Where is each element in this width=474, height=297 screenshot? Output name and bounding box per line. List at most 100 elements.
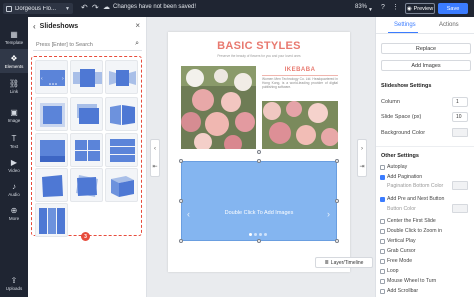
- image-icon: ▣: [10, 107, 18, 117]
- center-first-slide-label: Center the First Slide: [387, 218, 436, 224]
- pagination-bottom-color-label: Pagination Bottom Color: [387, 183, 444, 189]
- undo-icon[interactable]: ↶: [81, 3, 88, 13]
- resize-handle[interactable]: [179, 239, 183, 243]
- loop-label: Loop: [387, 268, 399, 274]
- mouse-wheel-checkbox[interactable]: [380, 279, 385, 284]
- slideshow-template[interactable]: [105, 133, 138, 167]
- slideshow-template[interactable]: [35, 133, 68, 167]
- redo-icon[interactable]: ↷: [92, 3, 99, 13]
- page-subheadline[interactable]: Preserve the beauty of flowers for you a…: [178, 54, 340, 58]
- search-icon[interactable]: ⌕: [135, 40, 139, 48]
- left-rail: ▦ Template ❖ Elements ⛓ Link ▣ Image T T…: [0, 17, 28, 297]
- replace-button[interactable]: Replace: [381, 43, 471, 54]
- properties-tabs: Settings Actions: [376, 17, 474, 34]
- layer-timeline-button[interactable]: ≣ Layer/Timeline: [315, 257, 373, 268]
- video-icon: ▶: [10, 157, 18, 167]
- rail-label: Uploads: [5, 285, 23, 291]
- flower-photo[interactable]: [181, 66, 256, 149]
- zoom-dropdown-icon[interactable]: ▼: [368, 5, 373, 15]
- slideshow-template[interactable]: [105, 60, 138, 94]
- slideshow-element[interactable]: ‹ › Double Click To Add Images: [181, 161, 337, 241]
- resize-handle[interactable]: [179, 199, 183, 203]
- rail-item-video[interactable]: ▶ Video: [0, 153, 28, 177]
- slideshow-template[interactable]: [70, 97, 103, 131]
- brand-description[interactable]: Women Men Technology Co. Ltd. Headquarte…: [262, 77, 338, 89]
- help-icon[interactable]: ?: [381, 3, 385, 13]
- brand-title[interactable]: IKEBABA: [262, 67, 338, 73]
- back-arrow-icon[interactable]: ‹: [33, 22, 36, 31]
- add-pagination-label: Add Pagination: [387, 174, 423, 180]
- resize-handle[interactable]: [335, 159, 339, 163]
- slideshow-template[interactable]: [70, 133, 103, 167]
- close-icon[interactable]: ×: [135, 21, 140, 30]
- cloud-icon: ☁: [103, 4, 110, 11]
- previous-page-button[interactable]: ‹ ⇤: [150, 139, 160, 177]
- double-click-zoom-checkbox[interactable]: [380, 229, 385, 234]
- rail-item-link[interactable]: ⛓ Link: [0, 74, 28, 98]
- slideshow-settings-heading: Slideshow Settings: [381, 83, 432, 89]
- background-color-label: Background Color: [381, 130, 426, 136]
- vertical-play-checkbox[interactable]: [380, 239, 385, 244]
- vertical-play-label: Vertical Play: [387, 238, 416, 244]
- rail-label: Template: [4, 39, 24, 45]
- add-images-button[interactable]: Add Images: [381, 60, 471, 71]
- pagination-dot[interactable]: [264, 233, 267, 236]
- slideshow-template[interactable]: [35, 203, 68, 237]
- rail-item-template[interactable]: ▦ Template: [0, 25, 28, 49]
- pagination-dot[interactable]: [259, 233, 262, 236]
- pagination-dot[interactable]: [249, 233, 252, 236]
- more-menu-icon[interactable]: ⋮: [392, 3, 399, 13]
- resize-handle[interactable]: [257, 239, 261, 243]
- rail-item-uploads[interactable]: ⇪ Uploads: [0, 271, 28, 295]
- document-icon: [6, 5, 12, 12]
- pagination-color-swatch[interactable]: [452, 181, 468, 190]
- rail-item-more[interactable]: ⊕ More: [0, 201, 28, 225]
- pagination-dot[interactable]: [254, 233, 257, 236]
- slideshow-template[interactable]: [70, 168, 103, 202]
- page-headline[interactable]: BASIC STYLES: [168, 40, 350, 52]
- search-input[interactable]: Press [Enter] to Search ⌕: [33, 39, 142, 51]
- tab-settings[interactable]: Settings: [394, 22, 416, 28]
- grab-cursor-checkbox[interactable]: [380, 249, 385, 254]
- slideshow-template[interactable]: [35, 168, 68, 202]
- column-input[interactable]: 1: [452, 97, 468, 107]
- tab-actions[interactable]: Actions: [439, 22, 459, 28]
- slideshow-template[interactable]: ‹ ›: [35, 60, 68, 94]
- slide-space-input[interactable]: 10: [452, 112, 468, 122]
- loop-checkbox[interactable]: [380, 269, 385, 274]
- slideshow-template[interactable]: [35, 97, 68, 131]
- flower-photo[interactable]: [262, 101, 338, 149]
- rail-item-image[interactable]: ▣ Image: [0, 103, 28, 127]
- zoom-level[interactable]: 83%: [355, 4, 367, 10]
- last-page-icon: ⇥: [359, 164, 365, 171]
- column-label: Column: [381, 99, 400, 105]
- resize-handle[interactable]: [257, 159, 261, 163]
- background-color-swatch[interactable]: [452, 128, 468, 137]
- resize-handle[interactable]: [179, 159, 183, 163]
- add-pagination-checkbox[interactable]: [380, 175, 385, 180]
- autoplay-checkbox[interactable]: [380, 165, 385, 170]
- save-button[interactable]: Save: [438, 3, 468, 14]
- center-first-slide-checkbox[interactable]: [380, 219, 385, 224]
- slideshow-template[interactable]: [70, 60, 103, 94]
- rail-label: More: [8, 215, 20, 221]
- rail-item-text[interactable]: T Text: [0, 129, 28, 153]
- rail-label: Text: [9, 143, 19, 149]
- preview-button[interactable]: ◉ Preview: [405, 3, 435, 14]
- slideshow-template[interactable]: [105, 97, 138, 131]
- slideshow-template[interactable]: [105, 168, 138, 202]
- rotate-handle[interactable]: [257, 150, 261, 154]
- panel-header: ‹ Slideshows: [33, 22, 78, 31]
- free-mode-checkbox[interactable]: [380, 259, 385, 264]
- next-page-button[interactable]: › ⇥: [357, 139, 367, 177]
- button-color-swatch[interactable]: [452, 204, 468, 213]
- rail-item-audio[interactable]: ♪ Audio: [0, 177, 28, 201]
- document-switcher[interactable]: Dorgeous Flo... ▼: [3, 3, 73, 14]
- add-scrollbar-checkbox[interactable]: [380, 289, 385, 294]
- resize-handle[interactable]: [335, 199, 339, 203]
- rail-label: Elements: [4, 63, 24, 69]
- rail-item-elements[interactable]: ❖ Elements: [0, 49, 28, 73]
- pre-next-button-checkbox[interactable]: [380, 197, 385, 202]
- link-icon: ⛓: [8, 78, 20, 88]
- resize-handle[interactable]: [335, 239, 339, 243]
